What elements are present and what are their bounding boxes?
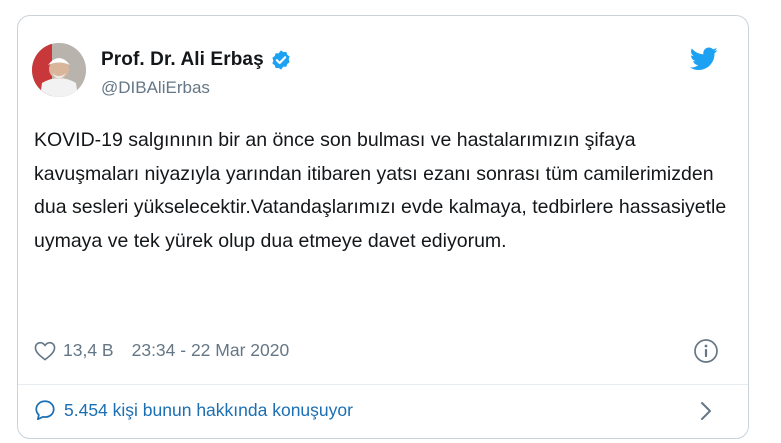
chevron-right-icon[interactable] [699, 401, 713, 421]
tweet-card: Prof. Dr. Ali Erbaş @DIBAliErbas KOVID-1… [17, 15, 749, 439]
tweet-meta: 13,4 B 23:34 - 22 Mar 2020 [34, 340, 289, 361]
twitter-bird-icon[interactable] [689, 47, 718, 71]
like-count[interactable]: 13,4 B [63, 340, 114, 361]
speech-bubble-icon [34, 399, 56, 421]
author-name[interactable]: Prof. Dr. Ali Erbaş [101, 49, 264, 71]
info-icon[interactable] [693, 338, 719, 364]
verified-badge-icon [270, 49, 292, 71]
tweet-timestamp[interactable]: 23:34 - 22 Mar 2020 [132, 340, 290, 361]
conversation-link[interactable]: 5.454 kişi bunun hakkında konuşuyor [34, 399, 353, 421]
tweet-text: KOVID-19 salgınının bir an önce son bulm… [34, 129, 727, 252]
author-handle[interactable]: @DIBAliErbas [101, 78, 210, 98]
divider [18, 384, 748, 385]
conversation-text[interactable]: 5.454 kişi bunun hakkında konuşuyor [64, 400, 353, 421]
heart-icon[interactable] [34, 341, 56, 361]
avatar[interactable] [32, 43, 86, 97]
author-row[interactable]: Prof. Dr. Ali Erbaş [101, 49, 292, 71]
